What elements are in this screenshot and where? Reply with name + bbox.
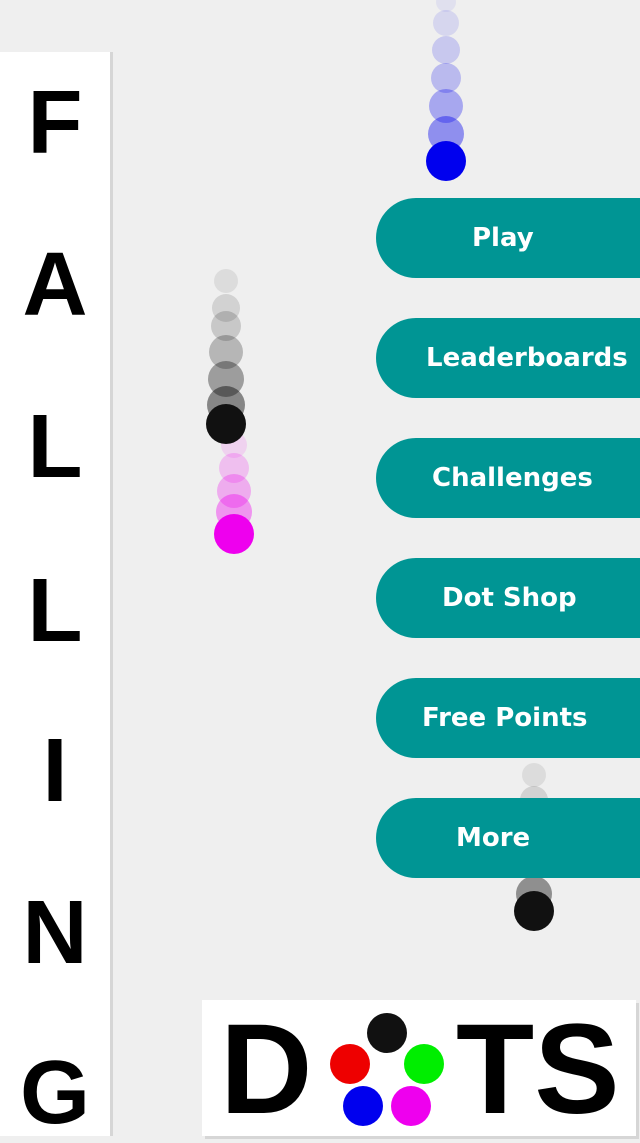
logo-dot-magenta [391, 1086, 431, 1126]
dot-shop-button[interactable]: Dot Shop [376, 558, 640, 638]
logo-letters-ts: TS [456, 998, 620, 1141]
title-letter-l1: L [27, 397, 83, 497]
falling-dot-black [206, 404, 246, 444]
logo-letter-d: D [220, 998, 313, 1141]
falling-dot-blue [426, 141, 466, 181]
logo-dot-green [404, 1044, 444, 1084]
title-letter-l2: L [27, 561, 83, 661]
title-letter-g: G [19, 1043, 90, 1143]
challenges-button-label: Challenges [432, 463, 593, 493]
falling-dot-black [514, 891, 554, 931]
more-button[interactable]: More [376, 798, 640, 878]
leaderboards-button-label: Leaderboards [426, 343, 628, 373]
free-points-button[interactable]: Free Points [376, 678, 640, 758]
more-button-label: More [456, 823, 531, 853]
free-points-button-label: Free Points [422, 703, 588, 733]
dot-shop-button-label: Dot Shop [442, 583, 577, 613]
play-button-label: Play [472, 223, 534, 253]
trail-dot [214, 269, 238, 293]
challenges-button[interactable]: Challenges [376, 438, 640, 518]
logo-dot-red [330, 1044, 370, 1084]
trail-dot [433, 10, 459, 36]
dots-logo: D TS [202, 1000, 636, 1136]
leaderboards-button[interactable]: Leaderboards [376, 318, 640, 398]
title-letter-a: A [22, 235, 88, 335]
trail-dot [522, 763, 546, 787]
trail-dot [432, 36, 460, 64]
title-letter-i: I [42, 721, 68, 821]
falling-dot-magenta [214, 514, 254, 554]
logo-dot-black [367, 1013, 407, 1053]
logo-dot-blue [343, 1086, 383, 1126]
title-letter-n: N [22, 883, 88, 983]
title-panel: F A L L I N G [0, 52, 110, 1143]
title-letter-f: F [27, 73, 83, 173]
play-button[interactable]: Play [376, 198, 640, 278]
